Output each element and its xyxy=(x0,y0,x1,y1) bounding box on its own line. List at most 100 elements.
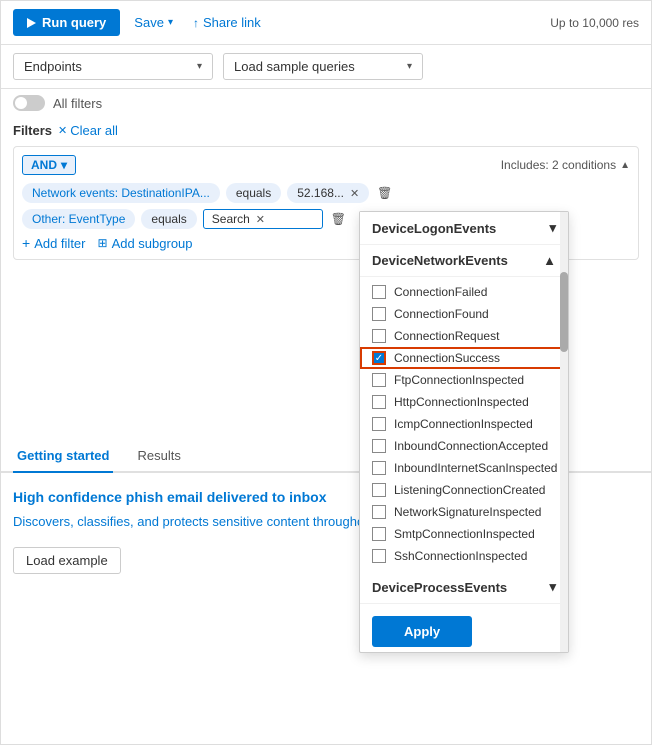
event-type-dropdown-overlay: DeviceLogonEvents ▾ DeviceNetworkEvents … xyxy=(359,211,569,653)
share-button[interactable]: ↑ Share link xyxy=(187,11,267,34)
checkbox-httpconnectioninspected[interactable] xyxy=(372,395,386,409)
run-query-button[interactable]: Run query xyxy=(13,9,120,36)
section-devicenetwork[interactable]: DeviceNetworkEvents ▲ xyxy=(360,245,568,277)
tab-getting-started[interactable]: Getting started xyxy=(13,440,113,473)
checkbox-connectionfailed[interactable] xyxy=(372,285,386,299)
checkbox-label: ConnectionFailed xyxy=(394,285,487,299)
scrollbar-thumb[interactable] xyxy=(560,272,568,352)
checkbox-connectionrequest[interactable] xyxy=(372,329,386,343)
filter-field-2[interactable]: Other: EventType xyxy=(22,209,135,229)
filter-delete-1[interactable]: 🗑 xyxy=(377,186,392,200)
clear-all-button[interactable]: ✕ Clear all xyxy=(58,123,118,138)
network-event-item[interactable]: InboundInternetScanInspected xyxy=(360,457,568,479)
network-event-item[interactable]: HttpConnectionInspected xyxy=(360,391,568,413)
share-icon: ↑ xyxy=(193,16,199,30)
section-devicenetwork-label: DeviceNetworkEvents xyxy=(372,253,508,268)
dropdowns-row: Endpoints ▾ Load sample queries ▾ xyxy=(1,45,651,89)
network-event-item[interactable]: ConnectionFailed xyxy=(360,281,568,303)
all-filters-label: All filters xyxy=(53,96,102,111)
checkbox-networksignatureinspected[interactable] xyxy=(372,505,386,519)
filters-toggle-row: All filters xyxy=(1,89,651,117)
section-devicelogon[interactable]: DeviceLogonEvents ▾ xyxy=(360,212,568,245)
results-info: Up to 10,000 res xyxy=(550,16,639,30)
checkbox-label: ConnectionRequest xyxy=(394,329,499,343)
all-filters-toggle[interactable] xyxy=(13,95,45,111)
add-subgroup-icon: ⊞ xyxy=(98,236,108,250)
filter-value-text-2: Search xyxy=(212,212,250,226)
filters-header: Filters ✕ Clear all xyxy=(13,123,639,138)
checkbox-label: HttpConnectionInspected xyxy=(394,395,529,409)
toolbar: Run query Save ▾ ↑ Share link Up to 10,0… xyxy=(1,1,651,45)
checkbox-smtpconnectioninspected[interactable] xyxy=(372,527,386,541)
section-devicelogon-chevron: ▾ xyxy=(549,220,556,236)
network-event-item[interactable]: InboundConnectionAccepted xyxy=(360,435,568,457)
clear-x-icon: ✕ xyxy=(58,124,67,137)
save-label: Save xyxy=(134,15,164,30)
checkbox-label: InboundConnectionAccepted xyxy=(394,439,548,453)
network-event-item[interactable]: ConnectionRequest xyxy=(360,325,568,347)
filter-operator-2[interactable]: equals xyxy=(141,209,196,229)
filter-group-header: AND ▾ Includes: 2 conditions ▲ xyxy=(22,155,630,175)
sample-queries-chevron-icon: ▾ xyxy=(407,61,412,72)
add-subgroup-button[interactable]: ⊞ Add subgroup xyxy=(98,236,193,251)
filter-field-1[interactable]: Network events: DestinationIPA... xyxy=(22,183,220,203)
network-event-item[interactable]: IcmpConnectionInspected xyxy=(360,413,568,435)
checkbox-connectionsuccess[interactable] xyxy=(372,351,386,365)
checkbox-connectionfound[interactable] xyxy=(372,307,386,321)
network-event-item[interactable]: ConnectionSuccess xyxy=(360,347,568,369)
checkbox-listeningconnectioncreated[interactable] xyxy=(372,483,386,497)
and-label: AND xyxy=(31,158,57,172)
plus-icon: + xyxy=(22,235,30,251)
sample-queries-label: Load sample queries xyxy=(234,59,355,74)
filters-label: Filters xyxy=(13,123,52,138)
section-deviceprocess[interactable]: DeviceProcessEvents ▾ xyxy=(360,571,568,604)
checkbox-label: IcmpConnectionInspected xyxy=(394,417,533,431)
network-event-item[interactable]: ConnectionFound xyxy=(360,303,568,325)
filter-value-1: 52.168... ✕ xyxy=(287,183,369,203)
checkbox-sshconnectioninspected[interactable] xyxy=(372,549,386,563)
checkbox-label: ConnectionFound xyxy=(394,307,489,321)
checkbox-ftpconnectioninspected[interactable] xyxy=(372,373,386,387)
tab-results[interactable]: Results xyxy=(133,440,184,473)
sample-queries-dropdown[interactable]: Load sample queries ▾ xyxy=(223,53,423,80)
section-devicelogon-label: DeviceLogonEvents xyxy=(372,221,496,236)
endpoints-chevron-icon: ▾ xyxy=(197,61,202,72)
network-event-item[interactable]: NetworkSignatureInspected xyxy=(360,501,568,523)
play-icon xyxy=(27,18,36,28)
scrollbar-track[interactable] xyxy=(560,212,568,652)
network-event-item[interactable]: SmtpConnectionInspected xyxy=(360,523,568,545)
save-button[interactable]: Save ▾ xyxy=(128,11,179,34)
and-badge-button[interactable]: AND ▾ xyxy=(22,155,76,175)
checkbox-label: InboundInternetScanInspected xyxy=(394,461,557,475)
filter-operator-1[interactable]: equals xyxy=(226,183,281,203)
includes-info: Includes: 2 conditions ▲ xyxy=(501,158,630,172)
checkbox-inboundconnectionaccepted[interactable] xyxy=(372,439,386,453)
filter-value-input-2[interactable]: Search ✕ xyxy=(203,209,323,229)
checkbox-label: FtpConnectionInspected xyxy=(394,373,524,387)
includes-label: Includes: 2 conditions xyxy=(501,158,616,172)
checkbox-label: SmtpConnectionInspected xyxy=(394,527,535,541)
filter-clear-1[interactable]: ✕ xyxy=(350,187,359,200)
add-filter-button[interactable]: + Add filter xyxy=(22,235,86,251)
run-query-label: Run query xyxy=(42,15,106,30)
section-devicenetwork-chevron: ▲ xyxy=(543,253,556,268)
checkbox-label: ConnectionSuccess xyxy=(394,351,500,365)
checkbox-icmpconnectioninspected[interactable] xyxy=(372,417,386,431)
and-chevron-icon: ▾ xyxy=(61,158,67,172)
filter-value-text-1: 52.168... xyxy=(297,186,344,200)
endpoints-dropdown[interactable]: Endpoints ▾ xyxy=(13,53,213,80)
checkbox-label: NetworkSignatureInspected xyxy=(394,505,541,519)
apply-button[interactable]: Apply xyxy=(372,616,472,647)
save-chevron-icon: ▾ xyxy=(168,17,173,28)
clear-all-label: Clear all xyxy=(70,123,118,138)
endpoints-label: Endpoints xyxy=(24,59,82,74)
network-event-item[interactable]: FtpConnectionInspected xyxy=(360,369,568,391)
network-event-item[interactable]: ListeningConnectionCreated xyxy=(360,479,568,501)
checkbox-inboundinternetscaninspected[interactable] xyxy=(372,461,386,475)
network-event-item[interactable]: SshConnectionInspected xyxy=(360,545,568,567)
filter-clear-2[interactable]: ✕ xyxy=(256,213,265,226)
section-deviceprocess-chevron: ▾ xyxy=(549,579,556,595)
network-events-items: ConnectionFailed ConnectionFound Connectio… xyxy=(360,277,568,571)
load-example-button[interactable]: Load example xyxy=(13,547,121,574)
filter-delete-2[interactable]: 🗑 xyxy=(331,212,346,226)
